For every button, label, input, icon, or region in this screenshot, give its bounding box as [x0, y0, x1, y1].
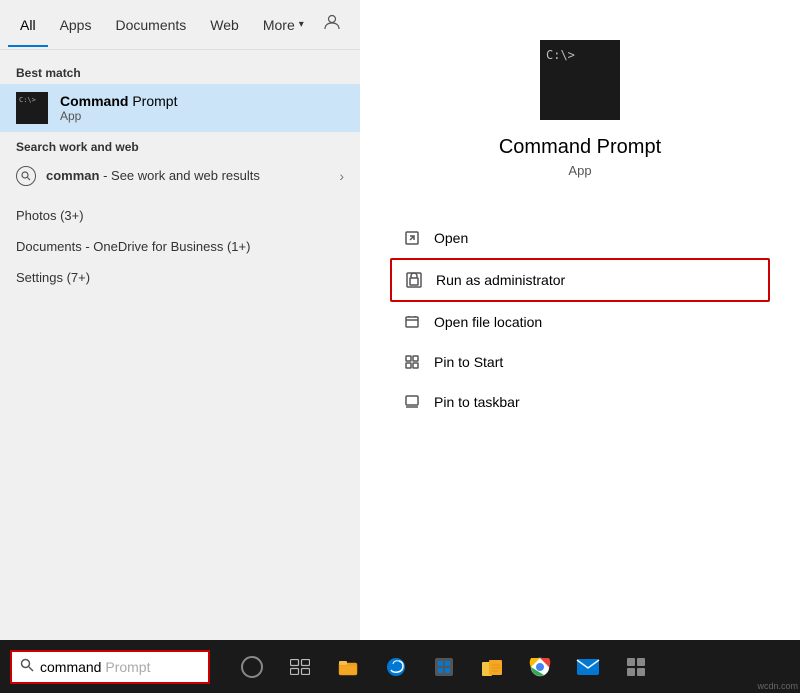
cmd-app-icon	[16, 92, 48, 124]
file-explorer-icon	[337, 657, 359, 677]
app-big-icon	[540, 40, 620, 120]
tab-apps[interactable]: Apps	[48, 3, 104, 47]
store-icon	[433, 656, 455, 678]
detail-panel: Command Prompt App Open	[360, 0, 800, 640]
action-admin-label: Run as administrator	[436, 272, 565, 288]
app-detail: Command Prompt App	[360, 0, 800, 198]
admin-icon	[404, 270, 424, 290]
file-manager-button[interactable]	[470, 645, 514, 689]
action-pin-taskbar-label: Pin to taskbar	[434, 394, 520, 410]
more-taskbar-icon	[626, 657, 646, 677]
cortana-icon	[241, 656, 263, 678]
search-box-icon	[20, 658, 34, 675]
account-icon[interactable]	[316, 6, 348, 43]
tab-all[interactable]: All	[8, 3, 48, 47]
result-name-rest: Prompt	[128, 93, 177, 109]
search-panel: All Apps Documents Web More ▾ ··· Best m…	[0, 0, 360, 640]
best-match-label: Best match	[0, 58, 360, 84]
tab-documents[interactable]: Documents	[103, 3, 198, 47]
edge-icon	[385, 656, 407, 678]
search-web-icon	[16, 166, 36, 186]
result-type: App	[60, 109, 344, 123]
mail-button[interactable]	[566, 645, 610, 689]
task-view-icon	[290, 659, 310, 675]
action-pin-start-label: Pin to Start	[434, 354, 503, 370]
edge-button[interactable]	[374, 645, 418, 689]
result-photos[interactable]: Photos (3+)	[0, 200, 360, 231]
file-explorer-button[interactable]	[326, 645, 370, 689]
chevron-down-icon: ▾	[299, 19, 304, 30]
result-name-bold: Command	[60, 93, 128, 109]
results-list: Best match Command Prompt App Search wor…	[0, 50, 360, 640]
result-name: Command Prompt	[60, 93, 344, 109]
search-typed: command	[40, 659, 101, 675]
pin-taskbar-icon	[402, 392, 422, 412]
chevron-right-icon: ›	[339, 168, 344, 184]
search-bold: comman	[46, 168, 99, 183]
file-manager-icon	[481, 657, 503, 677]
search-work-web-section: Search work and web comman - See work an…	[0, 132, 360, 200]
search-box[interactable]: command Prompt	[10, 650, 210, 684]
search-web-label: Search work and web	[16, 140, 344, 154]
pin-start-icon	[402, 352, 422, 372]
more-taskbar-apps-button[interactable]	[614, 645, 658, 689]
result-documents[interactable]: Documents - OneDrive for Business (1+)	[0, 231, 360, 262]
taskbar-icons	[230, 645, 658, 689]
mail-icon	[576, 658, 600, 676]
cortana-button[interactable]	[230, 645, 274, 689]
action-pin-start[interactable]: Pin to Start	[390, 342, 770, 382]
search-placeholder: Prompt	[101, 659, 150, 675]
action-open-label: Open	[434, 230, 468, 246]
file-location-icon	[402, 312, 422, 332]
chrome-button[interactable]	[518, 645, 562, 689]
action-run-admin[interactable]: Run as administrator	[390, 258, 770, 302]
action-open[interactable]: Open	[390, 218, 770, 258]
app-subtitle: App	[568, 163, 591, 178]
taskbar: command Prompt	[0, 640, 800, 693]
watermark: wcdn.com	[757, 681, 798, 691]
chrome-icon	[529, 656, 551, 678]
tabs-bar: All Apps Documents Web More ▾ ···	[0, 0, 360, 50]
app-title: Command Prompt	[499, 136, 661, 159]
result-command-prompt[interactable]: Command Prompt App	[0, 84, 360, 132]
action-file-location-label: Open file location	[434, 314, 542, 330]
task-view-button[interactable]	[278, 645, 322, 689]
action-pin-taskbar[interactable]: Pin to taskbar	[390, 382, 770, 422]
tab-web[interactable]: Web	[198, 3, 251, 47]
search-rest: - See work and web results	[99, 168, 259, 183]
tab-more[interactable]: More ▾	[251, 3, 316, 47]
search-web-item[interactable]: comman - See work and web results ›	[16, 160, 344, 192]
action-list: Open Run as administrator	[360, 218, 800, 422]
action-file-location[interactable]: Open file location	[390, 302, 770, 342]
open-icon	[402, 228, 422, 248]
result-settings[interactable]: Settings (7+)	[0, 262, 360, 293]
store-button[interactable]	[422, 645, 466, 689]
